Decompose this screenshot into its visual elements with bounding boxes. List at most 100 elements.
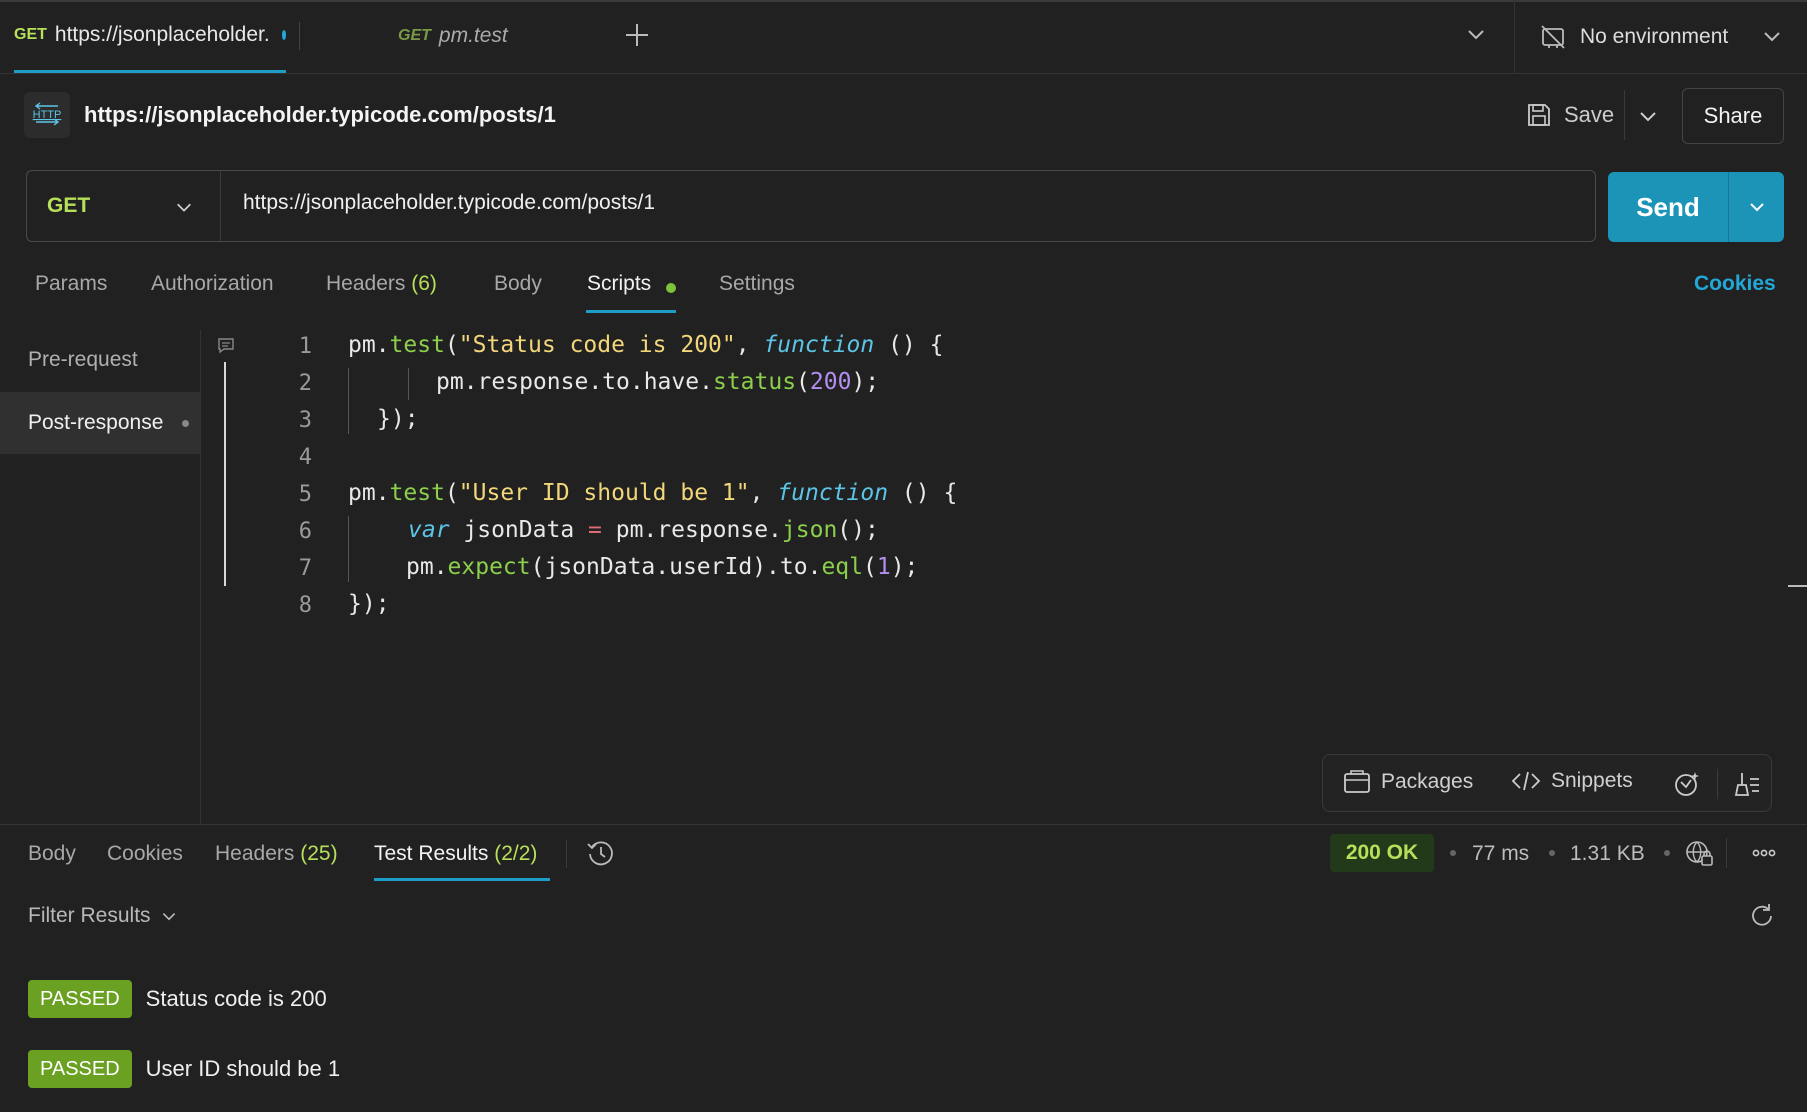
save-options-chevron-down-icon[interactable] [1638, 106, 1658, 126]
ai-assist-icon[interactable] [1671, 769, 1701, 799]
scripts-active-dot [666, 283, 676, 293]
tab-body[interactable]: Body [494, 272, 542, 296]
code-token: , [749, 480, 778, 506]
tab-scripts[interactable]: Scripts [587, 272, 651, 296]
response-tab-test-results[interactable]: Test Results (2/2) [374, 842, 537, 866]
method-select[interactable]: GET [27, 171, 221, 241]
code-token: var [408, 517, 450, 543]
tab-authorization[interactable]: Authorization [151, 272, 274, 296]
tab-headers[interactable]: Headers (6) [326, 272, 437, 296]
code-token: "User ID should be 1" [458, 480, 750, 506]
network-globe-icon[interactable] [1684, 838, 1714, 868]
save-button[interactable]: Save [1526, 96, 1614, 134]
response-tabs-divider [566, 840, 567, 868]
tab-params[interactable]: Params [35, 272, 107, 296]
line-number: 3 [298, 408, 312, 433]
history-icon[interactable] [586, 838, 616, 868]
save-disk-icon [1526, 102, 1552, 128]
code-line-1[interactable]: pm.test("Status code is 200", function (… [348, 332, 943, 358]
code-token: test [389, 332, 445, 358]
code-line-5[interactable]: pm.test("User ID should be 1", function … [348, 480, 957, 506]
tab-overflow-chevron-down-icon[interactable] [1466, 24, 1486, 44]
code-line-7[interactable]: pm.expect(jsonData.userId).to.eql(1); [406, 554, 918, 580]
line-number: 4 [298, 445, 312, 470]
meta-separator-dot [1664, 850, 1670, 856]
pre-request-item[interactable]: Pre-request [28, 348, 138, 372]
save-label: Save [1564, 102, 1615, 127]
refresh-icon[interactable] [1748, 902, 1776, 930]
send-options-button[interactable] [1728, 172, 1784, 242]
http-badge-text: HTTP [33, 109, 62, 121]
response-divider[interactable] [0, 824, 1807, 825]
filter-results-dropdown[interactable]: Filter Results [28, 904, 177, 928]
test-result-row: PASSED User ID should be 1 [28, 1050, 340, 1088]
code-token: pm. [406, 554, 448, 580]
packages-button[interactable]: Packages [1343, 769, 1473, 795]
test-name: User ID should be 1 [145, 1056, 341, 1081]
tab-title: https://jsonplaceholder. [54, 23, 270, 46]
post-response-item[interactable]: Post-response [28, 411, 163, 435]
test-results-label: Test Results [374, 842, 489, 865]
tab-headers-count: (6) [411, 272, 437, 295]
code-line-6[interactable]: var jsonData = pm.response.json(); [408, 517, 879, 543]
code-token: pm. [348, 480, 390, 506]
code-token: (jsonData.userId).to. [530, 554, 822, 580]
status-badge[interactable]: 200 OK [1330, 834, 1434, 872]
response-time[interactable]: 77 ms [1472, 842, 1529, 866]
code-token: jsonData [449, 517, 589, 543]
code-line-3[interactable]: }); [377, 406, 419, 432]
meta-separator-dot [1450, 850, 1456, 856]
request-tab-active[interactable]: GET https://jsonplaceholder. [14, 0, 300, 73]
code-line-2[interactable]: pm.response.to.have.status(200); [436, 369, 879, 395]
scripts-sidebar-border [200, 330, 201, 824]
snippets-button[interactable]: Snippets [1511, 769, 1633, 793]
test-results-count: (2/2) [494, 842, 538, 865]
url-input[interactable]: https://jsonplaceholder.typicode.com/pos… [243, 191, 655, 215]
passed-badge: PASSED [28, 980, 132, 1018]
more-options-icon[interactable] [1750, 840, 1778, 866]
post-response-dot [182, 420, 189, 427]
cookies-link[interactable]: Cookies [1694, 272, 1776, 296]
comment-icon[interactable] [216, 336, 236, 356]
response-tab-cookies[interactable]: Cookies [107, 842, 183, 866]
editor-toolbar: Packages Snippets [1322, 754, 1772, 812]
tab-separator [299, 22, 300, 50]
response-tab-body[interactable]: Body [28, 842, 76, 866]
code-token: json [781, 517, 838, 543]
request-tab-preview[interactable]: GET pm.test [398, 0, 598, 72]
tab-headers-label: Headers [326, 272, 406, 295]
code-icon [1511, 769, 1541, 793]
environment-chevron-down-icon[interactable] [1762, 26, 1782, 46]
active-tab-indicator [586, 310, 676, 313]
environment-selector[interactable]: No environment [1540, 18, 1728, 56]
indent-guide [408, 368, 409, 400]
line-number: 7 [298, 556, 312, 581]
package-icon [1343, 769, 1371, 795]
code-token: (); [837, 517, 879, 543]
response-headers-label: Headers [215, 842, 295, 865]
code-token: pm.response.to.have. [436, 369, 713, 395]
line-number: 2 [298, 371, 312, 396]
toolbar-divider [1717, 769, 1718, 799]
response-size[interactable]: 1.31 KB [1570, 842, 1645, 866]
method-chevron-down-icon [175, 198, 193, 216]
code-token: ( [862, 554, 877, 580]
passed-badge: PASSED [28, 1050, 132, 1088]
filter-results-label: Filter Results [28, 904, 151, 927]
code-token: expect [447, 554, 531, 580]
code-token: function [763, 332, 875, 358]
code-token: = [588, 517, 602, 543]
add-tab-plus-icon[interactable] [622, 20, 652, 50]
share-button[interactable]: Share [1682, 88, 1784, 144]
response-tab-headers[interactable]: Headers (25) [215, 842, 338, 866]
gutter-change-bar [224, 362, 226, 586]
packages-label: Packages [1381, 770, 1474, 793]
format-broom-icon[interactable] [1731, 769, 1761, 799]
meta-separator-dot [1549, 850, 1555, 856]
send-button[interactable]: Send [1608, 172, 1728, 242]
line-number: 8 [298, 593, 312, 618]
scrollbar-marker[interactable] [1788, 585, 1807, 587]
tab-settings[interactable]: Settings [719, 272, 795, 296]
request-title[interactable]: https://jsonplaceholder.typicode.com/pos… [84, 102, 556, 128]
code-line-8[interactable]: }); [348, 591, 390, 617]
